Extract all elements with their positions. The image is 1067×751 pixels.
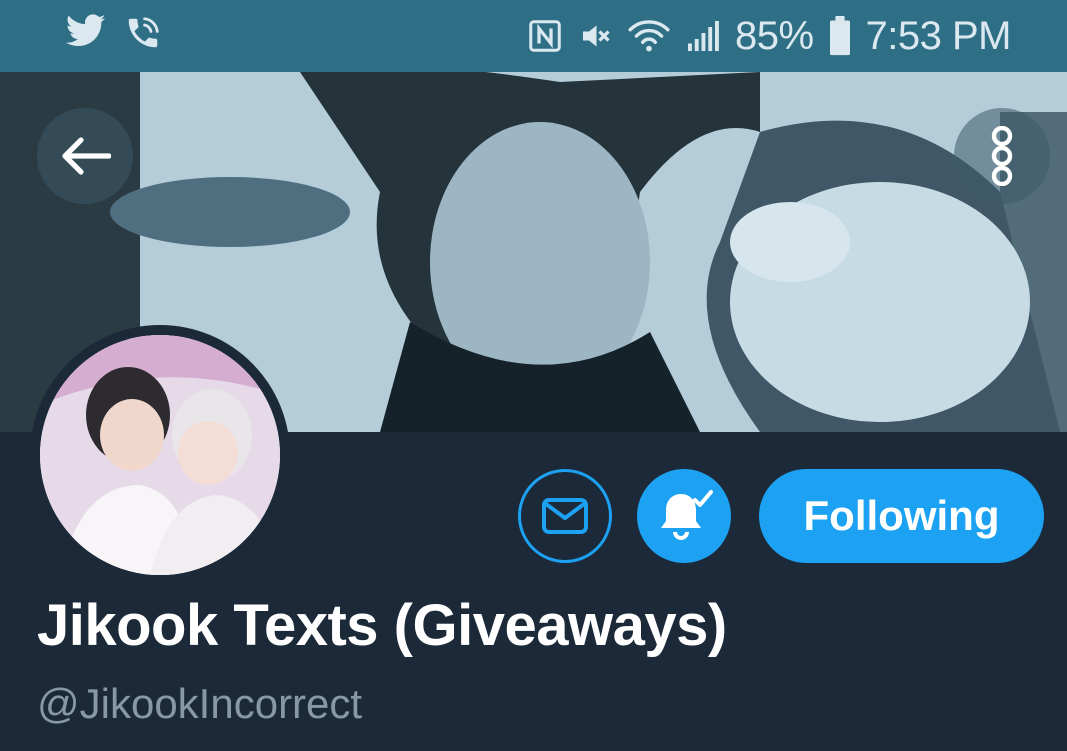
user-handle: @JikookIncorrect	[37, 680, 363, 727]
avatar[interactable]	[30, 325, 290, 585]
message-button[interactable]	[518, 469, 612, 563]
battery-icon	[828, 16, 852, 56]
more-options-button[interactable]	[954, 108, 1050, 204]
status-right-icons: 85% 7:53 PM	[527, 10, 1012, 62]
arrow-left-icon	[62, 137, 111, 175]
notifications-button[interactable]	[637, 469, 731, 563]
bell-check-icon	[661, 490, 713, 540]
display-name: Jikook Texts (Giveaways)	[37, 593, 727, 658]
mute-icon	[577, 18, 613, 54]
wifi-call-icon	[124, 14, 162, 52]
battery-percent: 85%	[734, 14, 814, 58]
nfc-icon	[527, 18, 563, 54]
following-button[interactable]: Following	[759, 469, 1044, 563]
envelope-icon	[542, 498, 588, 534]
status-bar: 85% 7:53 PM	[0, 0, 1067, 72]
twitter-bird-icon	[66, 14, 106, 52]
clock: 7:53 PM	[865, 14, 1012, 58]
back-button[interactable]	[37, 108, 133, 204]
avatar-image	[40, 335, 280, 575]
signal-icon	[685, 18, 721, 54]
more-vertical-icon	[991, 126, 1013, 186]
wifi-icon	[627, 18, 671, 54]
status-left-icons	[66, 14, 162, 52]
